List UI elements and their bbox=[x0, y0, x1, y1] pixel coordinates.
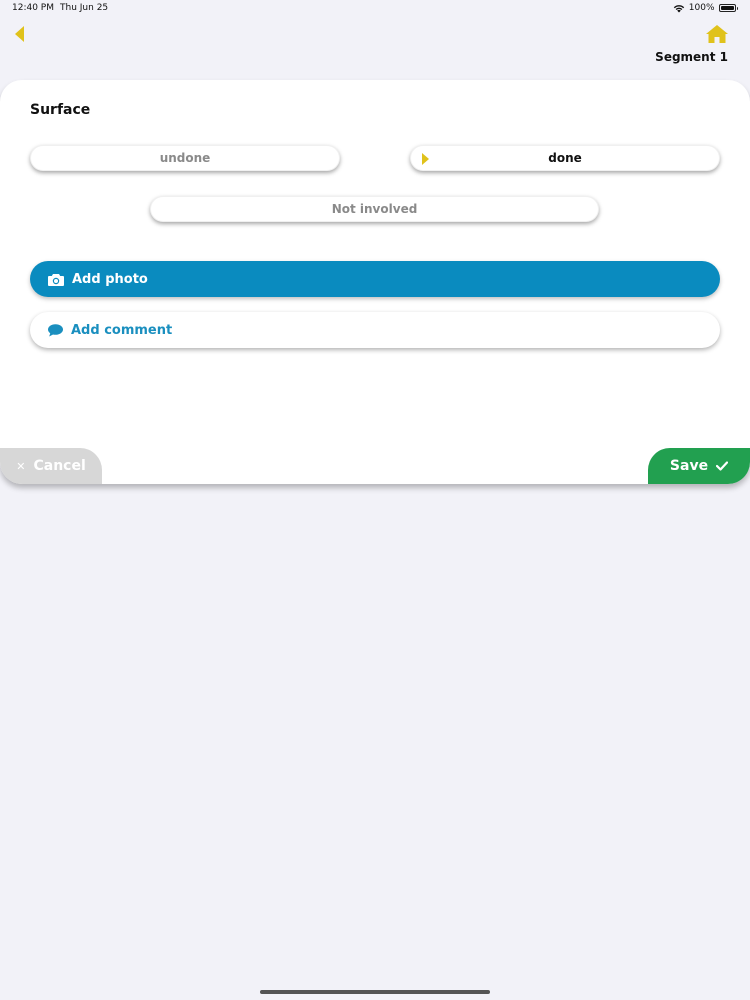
battery-tip bbox=[736, 6, 738, 10]
cancel-button[interactable]: ✕ Cancel bbox=[0, 448, 102, 484]
option-done-label: done bbox=[548, 151, 582, 165]
battery-icon bbox=[718, 4, 736, 12]
add-comment-label: Add comment bbox=[71, 322, 173, 338]
option-undone-label: undone bbox=[159, 151, 211, 165]
battery-percent: 100% bbox=[688, 3, 715, 13]
option-not-involved[interactable]: Not involved bbox=[150, 196, 599, 222]
option-not-involved-label: Not involved bbox=[331, 202, 418, 216]
wifi-icon bbox=[673, 4, 684, 12]
save-button[interactable]: Save bbox=[648, 448, 750, 484]
card-title: Surface bbox=[30, 102, 91, 118]
back-arrow-icon bbox=[15, 26, 24, 42]
add-comment-button[interactable]: Add comment bbox=[30, 312, 720, 348]
check-icon bbox=[716, 461, 729, 471]
status-right: 100% bbox=[673, 3, 738, 13]
home-button[interactable] bbox=[705, 24, 729, 44]
cancel-label: Cancel bbox=[33, 458, 86, 474]
camera-icon bbox=[48, 273, 64, 286]
back-button[interactable] bbox=[10, 22, 30, 46]
add-photo-button[interactable]: Add photo bbox=[30, 261, 720, 297]
comment-icon bbox=[48, 323, 63, 337]
status-time: 12:40 PM bbox=[12, 3, 54, 13]
status-date: Thu Jun 25 bbox=[60, 3, 109, 13]
selected-marker-icon bbox=[422, 153, 429, 165]
save-label: Save bbox=[669, 458, 709, 474]
option-done[interactable]: done bbox=[410, 145, 720, 171]
option-undone[interactable]: undone bbox=[30, 145, 340, 171]
add-photo-label: Add photo bbox=[72, 271, 148, 287]
close-icon: ✕ bbox=[16, 459, 26, 473]
status-bar: 12:40 PM Thu Jun 25 100% bbox=[0, 0, 750, 18]
home-indicator bbox=[260, 990, 490, 994]
segment-title: Segment 1 bbox=[655, 50, 728, 64]
home-icon bbox=[706, 25, 728, 43]
surface-card: Surface undone done Not involved Add pho… bbox=[0, 80, 750, 484]
